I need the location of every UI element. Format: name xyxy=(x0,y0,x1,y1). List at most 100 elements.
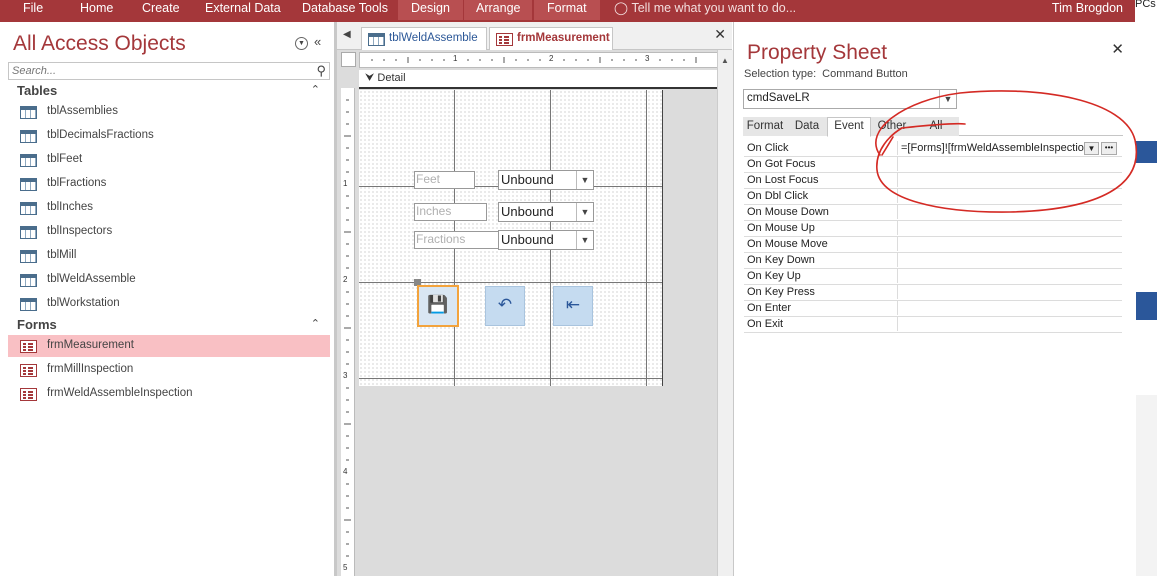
property-value-field[interactable] xyxy=(897,253,1121,267)
close-icon[interactable]: ✕ xyxy=(1111,40,1124,58)
tab-all[interactable]: All xyxy=(913,117,959,136)
property-value-field[interactable] xyxy=(897,317,1121,331)
tab-data[interactable]: Data xyxy=(787,117,827,136)
property-row[interactable]: On Got Focus xyxy=(744,157,1122,173)
nav-item-table[interactable]: tblInspectors xyxy=(8,221,330,243)
property-row[interactable]: On Key Up xyxy=(744,269,1122,285)
ribbon-tab-design[interactable]: Design xyxy=(398,0,463,20)
nav-menu-dropdown-icon[interactable]: ▼ xyxy=(295,37,308,50)
property-value-field[interactable] xyxy=(897,205,1121,219)
collapse-group-icon[interactable]: ⌃ xyxy=(311,317,320,330)
nav-item-form[interactable]: frmWeldAssembleInspection xyxy=(8,383,330,405)
nav-item-table[interactable]: tblWorkstation xyxy=(8,293,330,315)
nav-item-form[interactable]: frmMillInspection xyxy=(8,359,330,381)
table-icon xyxy=(368,33,385,46)
selection-type-value: Command Button xyxy=(822,68,908,80)
property-row-on-click[interactable]: On Click =[Forms]![frmWeldAssembleInspec… xyxy=(744,141,1122,157)
property-row[interactable]: On Dbl Click xyxy=(744,189,1122,205)
fractions-combo-box[interactable]: Unbound ▼ xyxy=(498,230,594,250)
nav-group-tables[interactable]: Tables ⌃ xyxy=(8,83,330,101)
inches-combo-box[interactable]: Unbound ▼ xyxy=(498,202,594,222)
property-row[interactable]: On Exit xyxy=(744,317,1122,333)
property-name: On Dbl Click xyxy=(747,190,809,202)
nav-search-box: ⚲ xyxy=(8,62,330,80)
nav-item-table[interactable]: tblAssemblies xyxy=(8,101,330,123)
nav-pane-title[interactable]: All Access Objects xyxy=(13,32,186,56)
tab-other[interactable]: Other xyxy=(871,117,913,136)
ribbon-tab-create[interactable]: Create xyxy=(142,0,180,20)
property-value-field[interactable] xyxy=(897,237,1121,251)
chevron-down-icon[interactable]: ▼ xyxy=(1084,142,1099,155)
doc-tab-label: tblWeldAssemble xyxy=(389,32,478,44)
vertical-ruler: 1 2 3 4 5 xyxy=(341,88,355,576)
undo-button[interactable]: ↶ xyxy=(485,286,525,326)
search-icon[interactable]: ⚲ xyxy=(316,63,326,79)
ribbon-tab-home[interactable]: Home xyxy=(80,0,113,20)
close-document-icon[interactable]: ✕ xyxy=(714,26,726,43)
form-detail-section[interactable]: Feet Unbound ▼ Inches Unbound ▼ Fraction… xyxy=(359,90,663,386)
property-value-field[interactable]: =[Forms]![frmWeldAssembleInspectio ▼ ••• xyxy=(897,141,1121,155)
nav-item-table[interactable]: tblInches xyxy=(8,197,330,219)
collapse-group-icon[interactable]: ⌃ xyxy=(311,83,320,96)
property-value-field[interactable] xyxy=(897,173,1121,187)
ribbon-tab-database-tools[interactable]: Database Tools xyxy=(302,0,388,20)
doc-tab-tblweldassemble[interactable]: tblWeldAssemble xyxy=(361,27,487,50)
scroll-up-icon[interactable]: ▲ xyxy=(721,56,729,65)
scroll-tabs-left-icon[interactable]: ◀ xyxy=(343,29,351,40)
table-icon xyxy=(20,178,37,191)
nav-item-table[interactable]: tblDecimalsFractions xyxy=(8,125,330,147)
nav-item-label: frmWeldAssembleInspection xyxy=(47,387,193,399)
builder-ellipsis-button[interactable]: ••• xyxy=(1101,142,1117,155)
property-name: On Enter xyxy=(747,302,792,314)
form-selector[interactable] xyxy=(341,52,356,67)
nav-item-form-selected[interactable]: frmMeasurement xyxy=(8,335,330,357)
ribbon-tab-external-data[interactable]: External Data xyxy=(205,0,281,20)
doc-tab-frmmeasurement[interactable]: frmMeasurement xyxy=(489,27,613,51)
property-name: On Key Up xyxy=(747,270,801,282)
chevron-down-icon[interactable]: ▼ xyxy=(939,90,956,108)
feet-label-control[interactable]: Feet xyxy=(414,171,475,189)
inches-label-control[interactable]: Inches xyxy=(414,203,487,221)
property-value-field[interactable] xyxy=(897,285,1121,299)
object-selector[interactable]: cmdSaveLR ▼ xyxy=(743,89,957,109)
property-row[interactable]: On Mouse Down xyxy=(744,205,1122,221)
nav-search-input[interactable] xyxy=(9,64,305,78)
background-highlight xyxy=(1135,141,1157,163)
property-row[interactable]: On Lost Focus xyxy=(744,173,1122,189)
tab-event[interactable]: Event xyxy=(827,117,871,137)
nav-item-table[interactable]: tblFeet xyxy=(8,149,330,171)
detail-section-bar[interactable]: ⮟ Detail xyxy=(359,70,717,89)
tell-me-search[interactable]: ◯ Tell me what you want to do... xyxy=(614,0,796,16)
property-grid: On Click =[Forms]![frmWeldAssembleInspec… xyxy=(744,141,1122,333)
feet-combo-box[interactable]: Unbound ▼ xyxy=(498,170,594,190)
save-button[interactable]: 💾 xyxy=(417,285,459,327)
nav-item-table[interactable]: tblMill xyxy=(8,245,330,267)
nav-item-table[interactable]: tblWeldAssemble xyxy=(8,269,330,291)
ribbon-tab-format[interactable]: Format xyxy=(534,0,600,20)
property-value-field[interactable] xyxy=(897,189,1121,203)
property-value-field[interactable] xyxy=(897,269,1121,283)
fractions-label-control[interactable]: Fractions xyxy=(414,231,499,249)
property-value-field[interactable] xyxy=(897,157,1121,171)
user-name[interactable]: Tim Brogdon xyxy=(1052,0,1123,16)
property-value-field[interactable] xyxy=(897,301,1121,315)
property-row[interactable]: On Enter xyxy=(744,301,1122,317)
exit-button[interactable]: ⇤ xyxy=(553,286,593,326)
property-row[interactable]: On Key Press xyxy=(744,285,1122,301)
nav-item-table[interactable]: tblFractions xyxy=(8,173,330,195)
tab-format[interactable]: Format xyxy=(743,117,787,136)
property-value-field[interactable] xyxy=(897,221,1121,235)
ribbon-tab-arrange[interactable]: Arrange xyxy=(464,0,533,20)
chevron-down-icon[interactable]: ▼ xyxy=(576,231,593,249)
property-row[interactable]: On Mouse Move xyxy=(744,237,1122,253)
collapse-pane-icon[interactable]: « xyxy=(314,34,321,49)
vertical-scrollbar[interactable]: ▲ xyxy=(717,50,733,576)
property-row[interactable]: On Key Down xyxy=(744,253,1122,269)
ruler-label: 2 xyxy=(343,275,348,284)
property-row[interactable]: On Mouse Up xyxy=(744,221,1122,237)
chevron-down-icon[interactable]: ▼ xyxy=(576,203,593,221)
chevron-down-icon[interactable]: ▼ xyxy=(576,171,593,189)
nav-group-forms[interactable]: Forms ⌃ xyxy=(8,317,330,335)
ribbon-tab-file[interactable]: File xyxy=(23,0,43,20)
save-icon: 💾 xyxy=(427,295,449,314)
